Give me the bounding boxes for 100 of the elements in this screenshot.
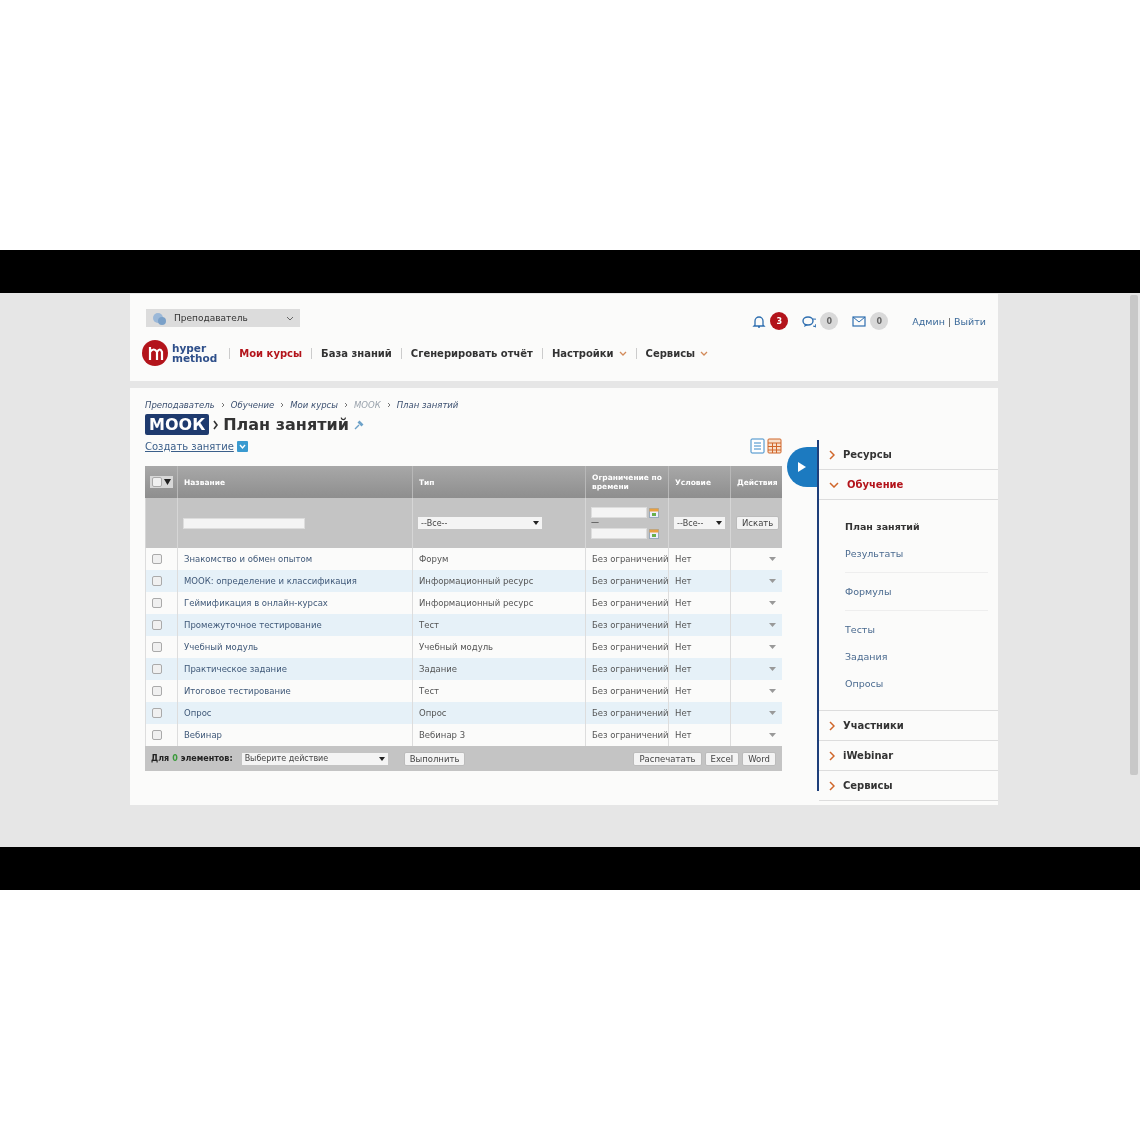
calendar-icon[interactable] xyxy=(649,528,659,539)
table-cell: Без ограничений xyxy=(585,702,668,724)
breadcrumb-link[interactable]: Обучение xyxy=(230,400,275,410)
nav-link[interactable]: Мои курсы xyxy=(229,347,312,359)
date-field[interactable] xyxy=(591,507,647,518)
word-button[interactable]: Word xyxy=(742,751,776,766)
count-badge: 0 xyxy=(820,312,839,330)
row-checkbox[interactable] xyxy=(152,664,162,674)
chevron-right-icon xyxy=(386,402,391,408)
row-checkbox[interactable] xyxy=(152,642,162,652)
table-cell: Без ограничений xyxy=(585,658,668,680)
row-checkbox[interactable] xyxy=(152,576,162,586)
row-checkbox[interactable] xyxy=(152,554,162,564)
table-cell: Нет xyxy=(668,702,730,724)
chevron-down-icon xyxy=(618,350,627,356)
caret-down-icon[interactable] xyxy=(769,601,776,605)
calendar-icon[interactable] xyxy=(649,507,659,518)
caret-down-icon[interactable] xyxy=(769,557,776,561)
chevron-down-icon xyxy=(286,315,294,321)
logout-link[interactable]: Выйти xyxy=(954,315,986,327)
chevron-down-icon xyxy=(829,481,839,488)
row-checkbox[interactable] xyxy=(152,686,162,696)
chevron-right-icon xyxy=(213,419,220,430)
table-cell: Задание xyxy=(412,658,585,680)
table-cell: Опрос xyxy=(412,702,585,724)
logo-text: hyper method xyxy=(172,343,218,363)
nav-link[interactable]: Настройки xyxy=(541,347,636,359)
dropdown[interactable]: --Все-- xyxy=(418,517,542,529)
create-lesson-link[interactable]: Создать занятие xyxy=(145,440,234,452)
select-all-checkbox[interactable] xyxy=(150,476,173,488)
role-select[interactable]: Преподаватель xyxy=(146,309,300,327)
submenu-link[interactable]: Тесты xyxy=(845,616,988,643)
search-button[interactable]: Искать xyxy=(736,516,780,530)
breadcrumb-link[interactable]: Мои курсы xyxy=(290,400,338,410)
chevron-right-icon xyxy=(220,402,225,408)
table-cell: Без ограничений xyxy=(585,592,668,614)
chevron-right-icon xyxy=(829,750,835,761)
table-cell: Без ограничений xyxy=(585,636,668,658)
play-icon xyxy=(798,462,806,472)
lesson-name-link[interactable]: Промежуточное тестирование xyxy=(177,614,412,636)
nav-link[interactable]: Сгенерировать отчёт xyxy=(400,347,542,359)
row-checkbox[interactable] xyxy=(152,598,162,608)
row-checkbox[interactable] xyxy=(152,708,162,718)
caret-down-icon xyxy=(164,479,171,485)
dropdown[interactable]: --Все-- xyxy=(674,517,725,529)
footer-label: элементов: xyxy=(180,754,233,763)
sidebar-item[interactable]: Ресурсы xyxy=(819,440,998,470)
table-cell: Нет xyxy=(668,658,730,680)
caret-down-icon[interactable] xyxy=(769,733,776,737)
caret-down-icon[interactable] xyxy=(769,689,776,693)
row-checkbox[interactable] xyxy=(152,730,162,740)
chevron-down-icon xyxy=(700,350,709,356)
submenu-link[interactable]: Результаты xyxy=(845,540,988,567)
row-checkbox[interactable] xyxy=(152,620,162,630)
sidebar-item[interactable]: Сервисы xyxy=(819,771,998,801)
chevron-right-icon xyxy=(343,402,348,408)
caret-down-icon[interactable] xyxy=(769,667,776,671)
caret-down-icon xyxy=(716,521,722,525)
sidebar-item[interactable]: iWebinar xyxy=(819,741,998,771)
submenu-link[interactable]: Задания xyxy=(845,643,988,670)
course-label: МООК xyxy=(145,414,210,435)
table-cell: Без ограничений xyxy=(585,570,668,592)
lesson-name-link[interactable]: Практическое задание xyxy=(177,658,412,680)
sidebar-item[interactable]: Обучение xyxy=(819,470,998,500)
separator-text: | xyxy=(947,315,952,327)
action-select[interactable]: Выберите действие xyxy=(241,752,388,765)
breadcrumb-link[interactable]: План занятий xyxy=(396,400,459,410)
bell-icon[interactable] xyxy=(752,314,767,328)
count-badge: 3 xyxy=(770,312,789,330)
dropdown-icon[interactable] xyxy=(236,440,248,452)
chevron-right-icon xyxy=(829,780,835,791)
date-field[interactable] xyxy=(591,528,647,539)
print-button[interactable]: Распечатать xyxy=(633,751,702,766)
submenu-link[interactable]: Формулы xyxy=(845,578,988,605)
name-filter-field[interactable] xyxy=(183,518,305,529)
sidebar-item[interactable]: Участники xyxy=(819,711,998,741)
user-link[interactable]: Админ xyxy=(912,315,945,327)
breadcrumb-link: МООК xyxy=(353,400,381,410)
scrollbar[interactable] xyxy=(1130,295,1138,775)
breadcrumb-link[interactable]: Преподаватель xyxy=(145,400,215,410)
table-cell: Без ограничений xyxy=(585,614,668,636)
footer-label: Для xyxy=(151,754,170,763)
excel-button[interactable]: Excel xyxy=(704,751,740,766)
submenu-link[interactable]: Опросы xyxy=(845,670,988,697)
calendar-view-icon[interactable] xyxy=(767,438,782,454)
caret-down-icon[interactable] xyxy=(769,623,776,627)
caret-down-icon[interactable] xyxy=(769,711,776,715)
nav-link[interactable]: Сервисы xyxy=(635,347,718,359)
caret-down-icon[interactable] xyxy=(769,579,776,583)
caret-down-icon[interactable] xyxy=(769,645,776,649)
list-view-icon[interactable] xyxy=(750,438,765,454)
submenu-link[interactable]: План занятий xyxy=(845,513,988,540)
table-cell: Без ограничений xyxy=(585,724,668,746)
chat-icon[interactable] xyxy=(802,314,817,328)
lesson-name-link[interactable]: МООК: определение и классификация xyxy=(177,570,412,592)
lesson-name-link[interactable]: Опрос xyxy=(177,702,412,724)
sidebar-toggle[interactable] xyxy=(787,447,817,487)
mail-icon[interactable] xyxy=(852,314,867,328)
nav-link[interactable]: База знаний xyxy=(311,347,401,359)
run-button[interactable]: Выполнить xyxy=(403,751,466,766)
